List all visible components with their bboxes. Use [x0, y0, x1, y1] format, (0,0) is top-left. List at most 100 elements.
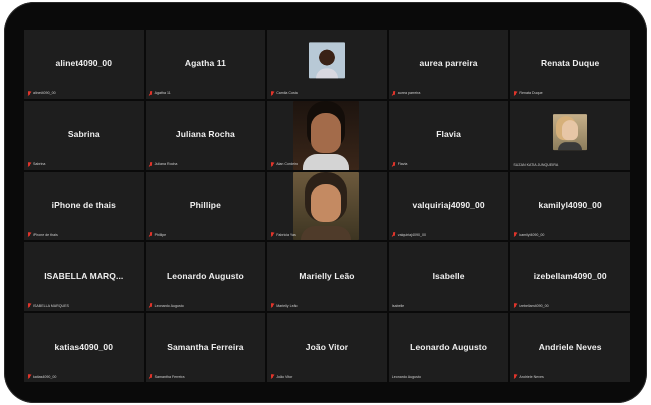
mic-off-icon	[149, 90, 153, 96]
participant-label-text: katias4090_00	[33, 374, 57, 379]
participant-tile[interactable]: Fabricia Yas	[267, 171, 387, 241]
mic-off-icon	[149, 161, 153, 167]
participant-name-label: Phillipe	[149, 232, 166, 237]
participant-tile[interactable]: kamilyl4090_00 kamilyl4090_00	[510, 171, 630, 241]
participant-name-label: aurea parreira	[392, 90, 421, 96]
participant-display-name: Leonardo Augusto	[166, 270, 244, 281]
participant-label-text: Andriele Neves	[519, 374, 544, 379]
mic-off-icon	[27, 374, 31, 379]
participant-tile[interactable]: iPhone de thais iPhone de thais	[24, 171, 144, 241]
participant-video	[553, 114, 588, 151]
participant-name-label: Camila Costa	[270, 90, 298, 96]
participant-tile[interactable]: Camila Costa	[267, 30, 387, 99]
mic-off-icon	[149, 232, 153, 237]
participant-display-name: Leonardo Augusto	[410, 341, 488, 352]
participant-display-name: Andriele Neves	[538, 341, 602, 352]
participant-display-name: iPhone de thais	[51, 199, 116, 210]
participant-tile[interactable]: aurea parreira aurea parreira	[388, 30, 509, 99]
mic-off-icon	[392, 161, 396, 167]
participant-name-label: Leonardo Augusto	[392, 375, 421, 379]
mic-off-icon	[27, 303, 31, 308]
participant-name-label: izebellam4090_00	[513, 303, 549, 308]
participant-label-text: Sabrina	[33, 162, 46, 167]
mic-off-icon	[149, 374, 153, 379]
participant-tile[interactable]: Leonardo Augusto Leonardo Augusto	[145, 242, 266, 312]
participant-label-text: Juliana Rocha	[154, 162, 178, 167]
participant-name-label: Marielly Leão	[270, 303, 298, 308]
participant-tile[interactable]: Leonardo Augusto Leonardo Augusto	[388, 313, 509, 382]
participant-tile[interactable]: Marielly Leão Marielly Leão	[267, 242, 387, 312]
participant-display-name: Phillipe	[189, 199, 221, 210]
participant-tile[interactable]: João Vitor João Vitor	[267, 313, 387, 382]
participant-label-text: aurea parreira	[397, 91, 421, 96]
participant-label-text: SUZAN KATIA JUNQUEIRA	[513, 162, 559, 167]
participant-label-text: Isabelle	[391, 304, 405, 309]
participant-tile[interactable]: SUZAN KATIA JUNQUEIRA	[510, 100, 630, 170]
participant-label-text: izebellam4090_00	[519, 303, 549, 308]
participant-label-text: Samantha Ferreira	[154, 374, 185, 379]
participant-tile[interactable]: Alan Cordeiro	[267, 100, 387, 170]
participant-label-text: Leonardo Augusto	[391, 375, 421, 379]
mic-off-icon	[392, 90, 396, 96]
participant-label-text: Fabricia Yas	[276, 232, 296, 237]
participant-tile[interactable]: Phillipe Phillipe	[145, 171, 266, 241]
participant-display-name: Juliana Rocha	[175, 129, 235, 140]
participant-tile[interactable]: Juliana Rocha Juliana Rocha	[145, 100, 266, 170]
participant-label-text: Renata Duque	[519, 91, 543, 96]
participant-label-text: João Vitor	[276, 374, 293, 379]
participant-display-name: ISABELLA MARQ...	[44, 270, 124, 281]
participant-display-name: Sabrina	[67, 129, 100, 140]
participant-name-label: Sabrina	[27, 161, 46, 167]
participant-display-name: Isabelle	[432, 270, 465, 281]
participant-video	[293, 100, 360, 170]
participant-tile[interactable]: izebellam4090_00 izebellam4090_00	[510, 242, 630, 312]
participant-display-name: Samantha Ferreira	[167, 341, 244, 352]
mic-off-icon	[513, 90, 517, 96]
mic-off-icon	[392, 232, 396, 237]
participant-label-text: valquiriaj4090_00	[397, 232, 426, 237]
participant-label-text: Camila Costa	[276, 91, 298, 96]
participant-display-name: João Vitor	[305, 341, 349, 352]
participant-name-label: valquiriaj4090_00	[392, 232, 426, 237]
participant-tile[interactable]: Renata Duque Renata Duque	[510, 30, 630, 99]
participant-name-label: Juliana Rocha	[149, 161, 178, 167]
participant-name-label: kamilyl4090_00	[513, 232, 544, 237]
participant-name-label: Leonardo Augusto	[149, 303, 184, 308]
participant-gallery: alinet4090_00 alinet4090_00 Agatha 11 Agath…	[24, 30, 630, 382]
participant-display-name: alinet4090_00	[55, 58, 113, 69]
participant-video	[293, 171, 360, 241]
participant-name-label: Renata Duque	[513, 90, 543, 96]
participant-name-label: Andriele Neves	[513, 374, 544, 379]
mic-off-icon	[149, 303, 153, 308]
participant-name-label: Flavia	[392, 161, 408, 167]
participant-tile[interactable]: alinet4090_00 alinet4090_00	[24, 30, 144, 99]
participant-display-name: valquiriaj4090_00	[412, 199, 485, 210]
participant-tile[interactable]: Samantha Ferreira Samantha Ferreira	[145, 313, 266, 382]
participant-tile[interactable]: Flavia Flavia	[388, 100, 509, 170]
participant-name-label: alinet4090_00	[27, 90, 56, 96]
participant-display-name: Renata Duque	[541, 58, 600, 69]
participant-tile[interactable]: katias4090_00 katias4090_00	[24, 313, 144, 382]
participant-name-label: Alan Cordeiro	[270, 161, 298, 167]
participant-label-text: ISABELLA MARQUES	[33, 303, 69, 308]
mic-off-icon	[270, 374, 274, 379]
participant-tile[interactable]: Isabelle Isabelle	[388, 242, 509, 312]
mic-off-icon	[27, 90, 31, 96]
participant-display-name: Flavia	[436, 129, 461, 140]
participant-tile[interactable]: ISABELLA MARQ... ISABELLA MARQUES	[24, 242, 144, 312]
participant-name-label: Agatha 11	[149, 90, 171, 96]
mic-off-icon	[513, 374, 517, 379]
participant-name-label: Fabricia Yas	[270, 232, 296, 237]
participant-label-text: Leonardo Augusto	[154, 303, 184, 308]
participant-label-text: alinet4090_00	[33, 91, 56, 96]
participant-name-label: SUZAN KATIA JUNQUEIRA	[513, 163, 558, 167]
participant-tile[interactable]: Andriele Neves Andriele Neves	[510, 313, 630, 382]
participant-label-text: Flavia	[397, 162, 408, 167]
participant-label-text: kamilyl4090_00	[519, 232, 545, 237]
participant-tile[interactable]: Agatha 11 Agatha 11	[145, 30, 266, 99]
participant-display-name: izebellam4090_00	[533, 270, 607, 281]
participant-tile[interactable]: Sabrina Sabrina	[24, 100, 144, 170]
participant-tile[interactable]: valquiriaj4090_00 valquiriaj4090_00	[388, 171, 509, 241]
participant-name-label: ISABELLA MARQUES	[27, 303, 69, 308]
participant-display-name: Agatha 11	[184, 58, 226, 69]
